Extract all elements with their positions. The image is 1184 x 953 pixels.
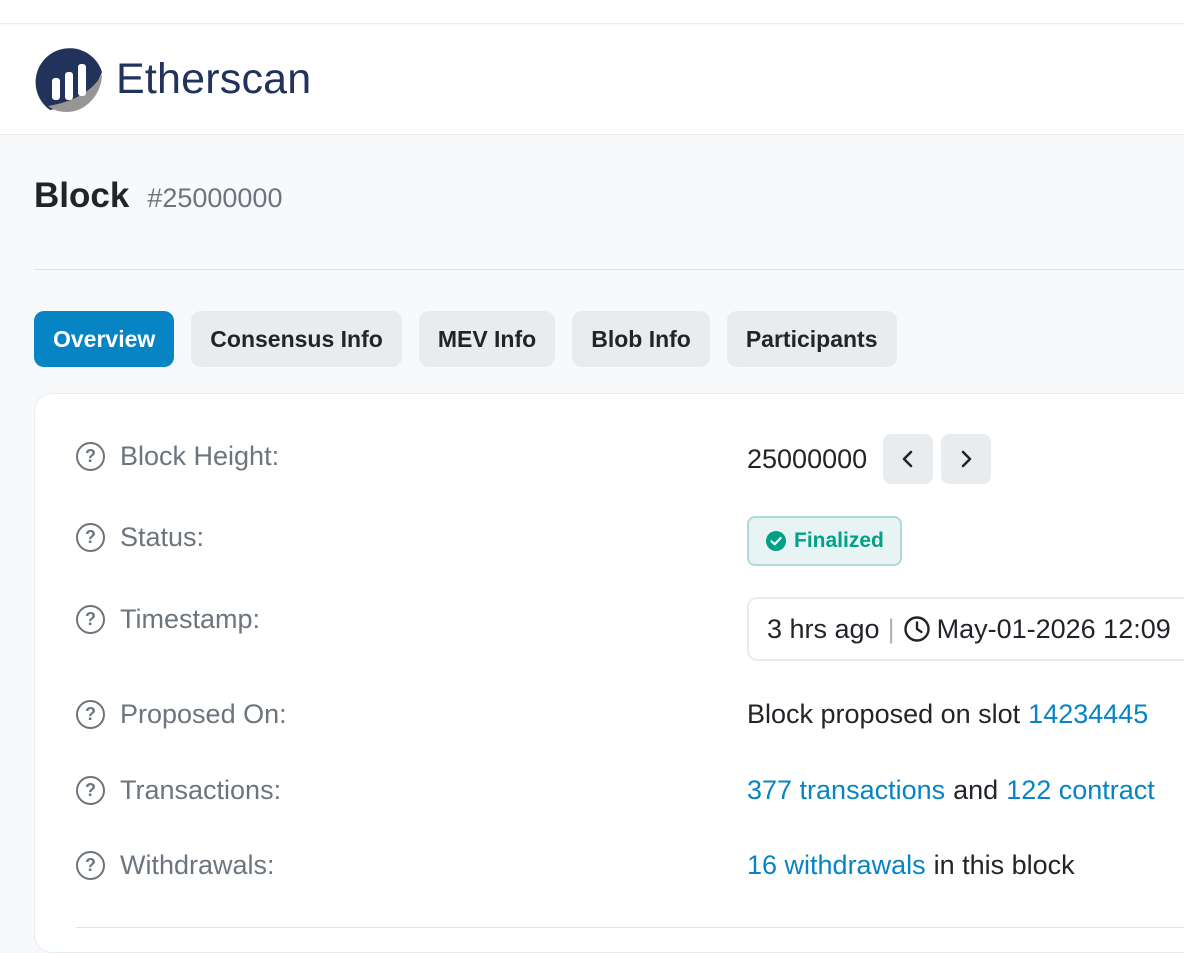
transactions-link[interactable]: 377 transactions <box>747 775 945 806</box>
status-text: Finalized <box>794 529 884 552</box>
block-number-subtitle: #25000000 <box>147 183 283 213</box>
block-height-label: Block Height: <box>120 440 280 471</box>
tab-blob-info[interactable]: Blob Info <box>572 311 710 367</box>
status-label-row: ? Status: <box>76 518 204 556</box>
page-heading: Block <box>34 176 130 215</box>
slot-link[interactable]: 14234445 <box>1028 699 1148 730</box>
card-row-divider <box>76 927 1184 928</box>
timestamp-label-row: ? Timestamp: <box>76 600 260 638</box>
transactions-joiner: and <box>953 774 999 805</box>
question-circle-icon[interactable]: ? <box>76 522 105 552</box>
timestamp-relative: 3 hrs ago <box>767 613 880 644</box>
question-circle-icon[interactable]: ? <box>76 441 105 471</box>
proposed-on-prefix: Block proposed on slot <box>747 698 1021 729</box>
previous-block-button[interactable] <box>883 434 934 484</box>
status-label: Status: <box>120 521 205 552</box>
contract-transactions-link[interactable]: 122 contract <box>1006 775 1155 806</box>
proposed-on-value-row: Block proposed on slot 14234445 <box>747 695 1148 733</box>
withdrawals-link[interactable]: 16 withdrawals <box>747 850 926 881</box>
status-value-row: Finalized <box>747 516 902 566</box>
question-circle-icon[interactable]: ? <box>76 850 105 880</box>
page-title: Block #25000000 <box>34 176 282 216</box>
site-header: Etherscan <box>0 25 1184 135</box>
question-circle-icon[interactable]: ? <box>76 604 105 634</box>
block-height-value: 25000000 <box>747 443 868 474</box>
timestamp-box: 3 hrs ago | May-01-2026 12:09 <box>747 597 1184 661</box>
tab-consensus-info[interactable]: Consensus Info <box>191 311 402 367</box>
timestamp-label: Timestamp: <box>120 603 261 634</box>
top-bar <box>0 0 1184 24</box>
block-tabs: Overview Consensus Info MEV Info Blob In… <box>34 311 914 367</box>
next-block-button[interactable] <box>941 434 992 484</box>
chevron-right-icon <box>961 450 972 468</box>
check-circle-icon <box>766 531 786 551</box>
withdrawals-label: Withdrawals: <box>120 849 275 880</box>
block-height-value-row: 25000000 <box>747 434 992 484</box>
proposed-on-label-row: ? Proposed On: <box>76 695 287 733</box>
chevron-left-icon <box>902 450 913 468</box>
timestamp-absolute: May-01-2026 12:09 <box>936 613 1171 644</box>
transactions-value-row: 377 transactions and 122 contract <box>747 771 1155 809</box>
clock-icon <box>903 616 930 642</box>
withdrawals-label-row: ? Withdrawals: <box>76 846 275 884</box>
transactions-label: Transactions: <box>120 774 282 805</box>
status-badge: Finalized <box>747 516 902 566</box>
question-circle-icon[interactable]: ? <box>76 775 105 805</box>
timestamp-value-row: 3 hrs ago | May-01-2026 12:09 <box>747 597 1184 661</box>
title-divider <box>34 269 1184 270</box>
brand-name: Etherscan <box>116 54 312 103</box>
etherscan-logo-icon <box>35 48 103 112</box>
tab-participants[interactable]: Participants <box>726 311 897 367</box>
block-height-label-row: ? Block Height: <box>76 437 279 475</box>
withdrawals-value-row: 16 withdrawals in this block <box>747 846 1075 884</box>
proposed-on-label: Proposed On: <box>120 698 287 729</box>
withdrawals-suffix: in this block <box>933 849 1075 880</box>
etherscan-logo-link[interactable]: Etherscan <box>34 44 311 114</box>
question-circle-icon[interactable]: ? <box>76 699 105 729</box>
tab-mev-info[interactable]: MEV Info <box>418 311 556 367</box>
transactions-label-row: ? Transactions: <box>76 771 281 809</box>
timestamp-separator: | <box>887 613 895 644</box>
tab-overview[interactable]: Overview <box>34 311 175 367</box>
